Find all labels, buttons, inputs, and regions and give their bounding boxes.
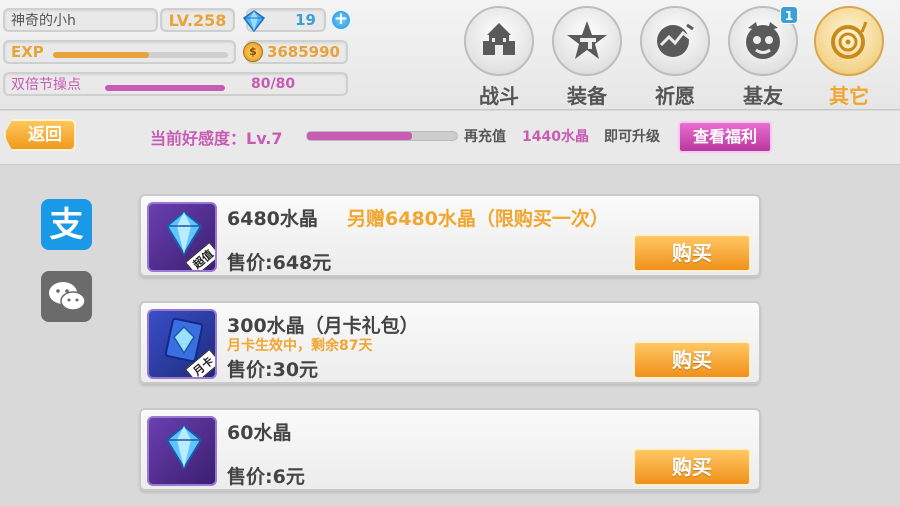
gold-counter: $ 3685990 [243, 40, 348, 64]
product-price: 售价:648元 [227, 252, 332, 274]
favor-progress-fill [307, 132, 412, 140]
tab-other-label: 其它 [829, 84, 869, 108]
alipay-icon[interactable]: 支 [41, 199, 92, 250]
product-title: 60水晶 [227, 422, 292, 444]
buy-button[interactable]: 购买 [633, 341, 751, 379]
tab-battle-label: 战斗 [479, 84, 519, 108]
exp-bar-fill [53, 52, 150, 58]
tab-other[interactable]: 其它 [812, 6, 886, 108]
product-thumbnail: 超值 [147, 202, 217, 272]
exp-label: EXP [11, 43, 44, 61]
tab-equipment-label: 装备 [567, 84, 607, 108]
tab-wish[interactable]: 祈愿 [638, 6, 712, 108]
add-gems-button[interactable]: + [330, 9, 352, 31]
product-thumbnail: 月卡 [147, 309, 217, 379]
favor-prefix-text: 再充值 [464, 129, 506, 145]
buy-button[interactable]: 购买 [633, 234, 751, 272]
product-card: 超值 6480水晶 另赠6480水晶（限购买一次） 售价:648元 购买 [139, 194, 761, 277]
gem-count: 19 [295, 11, 316, 29]
action-points-label: 双倍节操点 [11, 77, 81, 93]
player-name: 神奇的小h [3, 8, 158, 32]
product-promo: 另赠6480水晶（限购买一次） [347, 208, 609, 230]
gem-icon [242, 10, 266, 32]
product-price: 售价:30元 [227, 359, 319, 381]
action-points-value: 80/80 [251, 76, 296, 92]
product-price: 售价:6元 [227, 466, 305, 488]
crystal-icon [165, 424, 203, 470]
top-status-bar: 神奇的小h LV.258 19 + EXP $ 3685990 双倍节操点 80… [0, 0, 900, 110]
friend-icon [746, 22, 780, 59]
product-card: 60水晶 售价:6元 购买 [139, 408, 761, 491]
favor-suffix-text: 即可升级 [604, 129, 660, 145]
wechat-bubble-icon [48, 281, 86, 311]
view-benefits-button[interactable]: 查看福利 [678, 121, 772, 153]
tab-wish-label: 祈愿 [655, 84, 695, 108]
favor-bar: 返回 当前好感度：Lv.7 再充值 1440水晶 即可升级 查看福利 [0, 111, 900, 165]
notification-badge: 1 [780, 6, 798, 24]
tab-friends[interactable]: 基友 1 [726, 6, 800, 108]
snail-icon [831, 21, 868, 59]
tab-friends-label: 基友 [743, 84, 783, 108]
wish-icon [657, 23, 694, 57]
action-points-bar-fill [105, 85, 225, 91]
gem-counter: 19 [242, 8, 326, 32]
favor-required-amount: 1440水晶 [522, 129, 589, 145]
favor-level-label: 当前好感度：Lv.7 [150, 129, 283, 148]
gold-amount: 3685990 [266, 43, 340, 61]
buy-button[interactable]: 购买 [633, 448, 751, 486]
action-points: 双倍节操点 80/80 [3, 72, 348, 96]
product-thumbnail [147, 416, 217, 486]
favor-progress-bar [306, 131, 458, 141]
tab-equipment[interactable]: 装备 [550, 6, 624, 108]
castle-icon [483, 23, 515, 55]
star-gun-icon [567, 21, 607, 59]
player-level: LV.258 [160, 8, 235, 32]
exp-display: EXP [3, 40, 236, 64]
coin-icon: $ [243, 42, 263, 62]
alipay-glyph: 支 [49, 204, 84, 245]
exp-bar [53, 52, 228, 58]
product-title: 300水晶（月卡礼包） [227, 315, 419, 337]
wechat-pay-icon[interactable] [41, 271, 92, 322]
action-points-bar [105, 85, 225, 91]
product-title: 6480水晶 [227, 208, 318, 230]
back-button[interactable]: 返回 [4, 119, 76, 151]
product-card: 月卡 300水晶（月卡礼包） 月卡生效中，剩余87天 售价:30元 购买 [139, 301, 761, 384]
tab-battle[interactable]: 战斗 [462, 6, 536, 108]
product-subtitle: 月卡生效中，剩余87天 [227, 338, 373, 354]
